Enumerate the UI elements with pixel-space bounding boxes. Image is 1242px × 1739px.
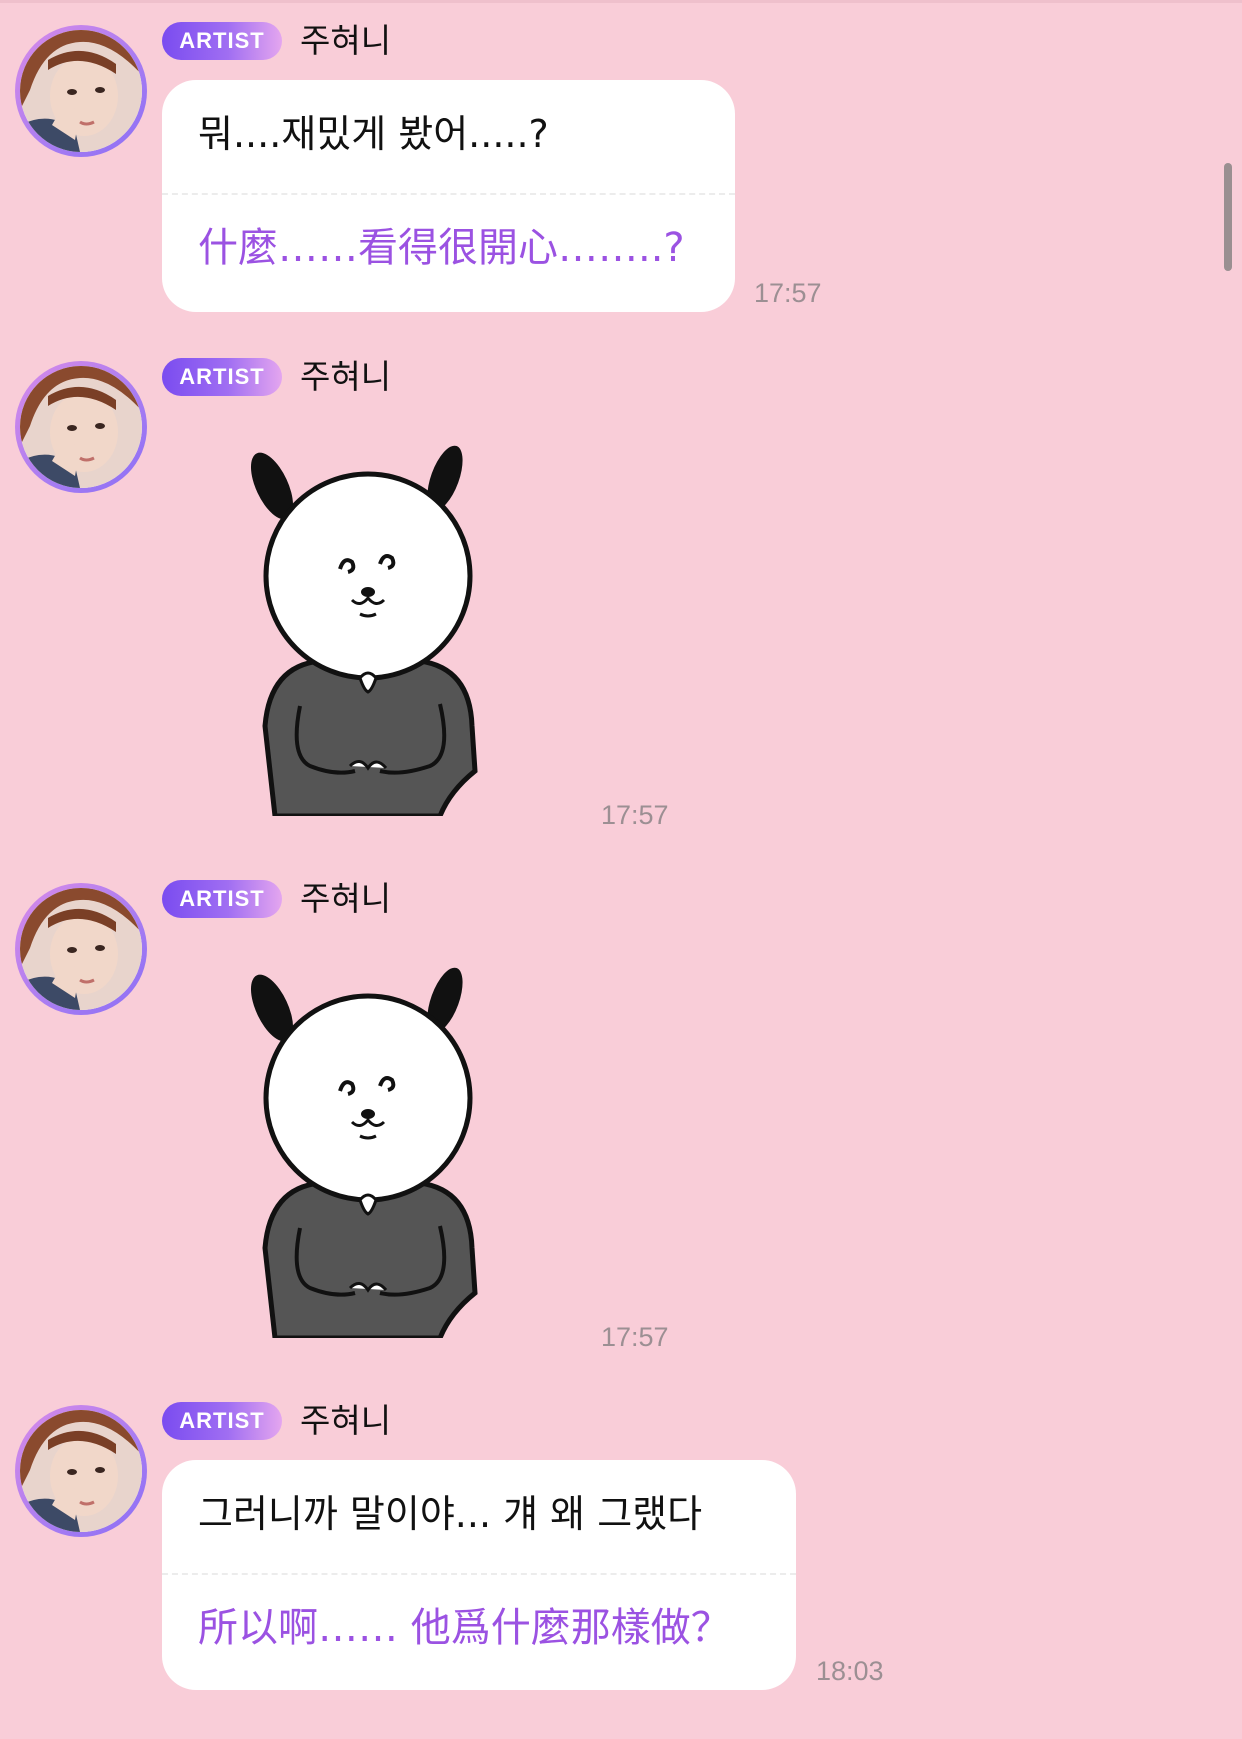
- chat-message: ARTIST 주혀니 그러니까 말이야... 걔 왜 그랬다 所以啊…… 他爲什…: [0, 1380, 1242, 1700]
- artist-avatar-icon[interactable]: [15, 361, 147, 493]
- artist-badge: ARTIST: [162, 22, 282, 60]
- message-time: 18:03: [816, 1656, 884, 1686]
- sender-name: 주혀니: [300, 879, 392, 918]
- translation-divider: [162, 1573, 796, 1575]
- message-time: 17:57: [601, 1322, 669, 1352]
- sender-name: 주혀니: [300, 21, 392, 60]
- chat-message: ARTIST 주혀니 17:57: [0, 858, 1242, 1358]
- message-bubble[interactable]: 뭐....재밌게 봤어.....? 什麼……看得很開心……..?: [162, 80, 735, 312]
- translation-divider: [162, 193, 735, 195]
- message-time: 17:57: [601, 800, 669, 830]
- artist-avatar-icon[interactable]: [15, 1405, 147, 1537]
- chat-message: ARTIST 주혀니 뭐....재밌게 봤어.....? 什麼……看得很開心………: [0, 0, 1242, 320]
- artist-avatar-icon[interactable]: [15, 25, 147, 157]
- message-text: 그러니까 말이야... 걔 왜 그랬다: [198, 1492, 703, 1536]
- artist-avatar-icon[interactable]: [15, 883, 147, 1015]
- bunny-sticker-icon[interactable]: [240, 958, 500, 1341]
- scrollbar[interactable]: [1224, 163, 1232, 271]
- translation-text: 所以啊…… 他爲什麼那樣做？: [198, 1605, 731, 1651]
- artist-badge: ARTIST: [162, 358, 282, 396]
- sender-name: 주혀니: [300, 357, 392, 396]
- translation-text: 什麼……看得很開心……..?: [198, 225, 685, 271]
- message-text: 뭐....재밌게 봤어.....?: [198, 112, 549, 156]
- message-bubble[interactable]: 그러니까 말이야... 걔 왜 그랬다 所以啊…… 他爲什麼那樣做？: [162, 1460, 796, 1690]
- message-time: 17:57: [754, 278, 822, 308]
- bunny-sticker-icon[interactable]: [240, 436, 500, 819]
- sender-name: 주혀니: [300, 1401, 392, 1440]
- chat-message: ARTIST 주혀니 17:57: [0, 336, 1242, 836]
- artist-badge: ARTIST: [162, 1402, 282, 1440]
- artist-badge: ARTIST: [162, 880, 282, 918]
